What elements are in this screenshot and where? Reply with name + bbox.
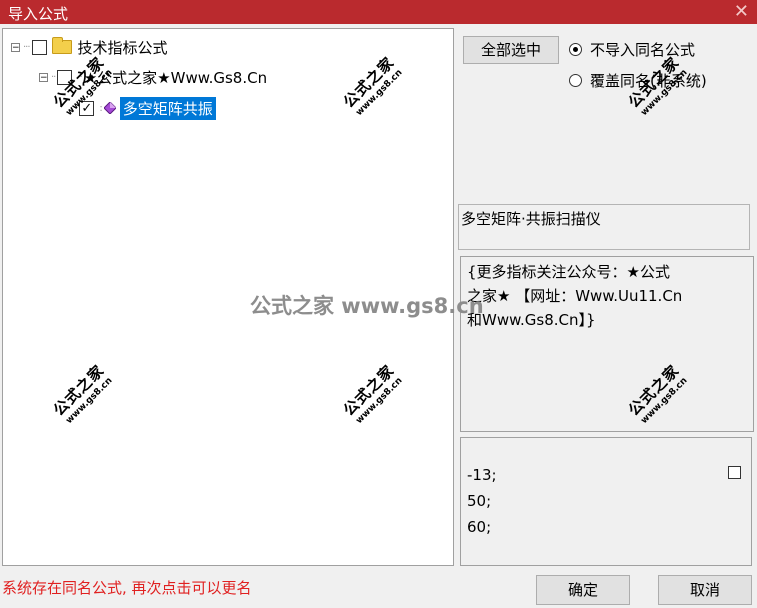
root-checkbox[interactable]: [31, 39, 47, 55]
group-checkbox[interactable]: [57, 69, 73, 85]
cancel-button[interactable]: 取消: [658, 575, 752, 605]
tree-line: ··: [51, 71, 56, 83]
tree-node-group-label: ★公式之家★Www.Gs8.Cn: [83, 68, 268, 87]
tree-node-root-label: 技术指标公式: [77, 38, 168, 57]
tree-node-root[interactable]: − ··· 技术指标公式: [11, 34, 168, 60]
tree-line: ··: [77, 71, 82, 83]
formula-description: 多空矩阵·共振扫描仪: [458, 204, 750, 250]
item-checkbox[interactable]: ✓: [79, 100, 95, 116]
collapse-icon[interactable]: −: [11, 42, 20, 52]
tree-line: ··: [73, 102, 78, 114]
radio-indicator[interactable]: [569, 43, 582, 56]
radio-skip-duplicates[interactable]: 不导入同名公式: [569, 39, 695, 60]
info-line: 和Www.Gs8.Cn】}: [467, 311, 596, 329]
formula-icon: [103, 102, 116, 114]
ok-button[interactable]: 确定: [536, 575, 630, 605]
select-all-button[interactable]: 全部选中: [463, 36, 559, 64]
close-icon[interactable]: ✕: [734, 1, 749, 22]
radio-indicator[interactable]: [569, 74, 582, 87]
radio-overwrite[interactable]: 覆盖同名(非系统): [569, 70, 707, 91]
formula-info: {更多指标关注公众号：★公式 之家★ 【网址：Www.Uu11.Cn 和Www.…: [460, 256, 754, 432]
tree-line: ···: [23, 41, 30, 53]
tree-line: :: [99, 102, 103, 114]
status-message: 系统存在同名公式, 再次点击可以更名: [2, 579, 252, 597]
title-bar: 导入公式 ✕: [0, 0, 757, 24]
info-line: {更多指标关注公众号：★公式: [467, 263, 670, 281]
param-value: 60;: [467, 518, 492, 536]
formula-tree[interactable]: − ··· 技术指标公式 − ·· ·· ★公式之家★Www.Gs8.Cn ··…: [2, 28, 454, 566]
window-title: 导入公式: [8, 5, 69, 23]
tree-node-item-label: 多空矩阵共振: [119, 96, 216, 120]
radio-label: 不导入同名公式: [590, 41, 696, 59]
info-line: 之家★ 【网址：Www.Uu11.Cn: [467, 287, 683, 305]
tree-node-group[interactable]: − ·· ·· ★公式之家★Www.Gs8.Cn: [39, 64, 267, 90]
param-value: 50;: [467, 492, 492, 510]
param-value: -13;: [467, 466, 497, 484]
collapse-icon[interactable]: −: [39, 72, 48, 82]
folder-icon: [51, 37, 72, 54]
param-checkbox[interactable]: [728, 466, 741, 479]
radio-label: 覆盖同名(非系统): [590, 72, 707, 90]
parameter-list[interactable]: -13; 50; 60;: [460, 437, 752, 566]
tree-node-item[interactable]: ·· ✓ : 多空矩阵共振: [73, 95, 216, 121]
